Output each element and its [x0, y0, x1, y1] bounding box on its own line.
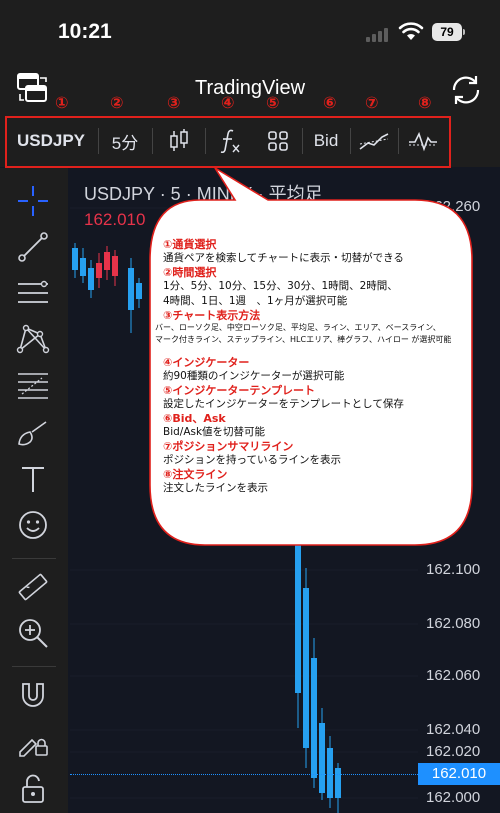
emoji-icon[interactable] [16, 508, 50, 542]
trend-line-tool-icon[interactable] [16, 230, 50, 264]
annotation-number-6: ⑥ [323, 93, 337, 112]
toolbar-divider [12, 666, 56, 667]
callout-line: 設定したインジケーターをテンプレートとして保存 [163, 398, 404, 410]
annotation-number-3: ③ [167, 93, 181, 112]
ruler-icon[interactable] [16, 570, 50, 604]
lock-drawing-icon[interactable] [16, 724, 50, 758]
brush-tool-icon[interactable] [16, 416, 50, 450]
price-level: 162.260 [426, 198, 481, 215]
unlock-icon[interactable] [16, 772, 50, 806]
wifi-icon [398, 22, 424, 40]
battery-tip [463, 29, 465, 35]
callout-heading: ④インジケーター [163, 356, 250, 369]
pattern-tool-icon[interactable] [16, 322, 50, 356]
cellular-signal-icon [366, 28, 390, 42]
callout-line: 4時間、1日、1週 、1ヶ月が選択可能 [163, 295, 348, 307]
callout-line: 注文したラインを表示 [163, 482, 268, 494]
callout-line: Bid/Ask値を切替可能 [163, 426, 266, 438]
annotation-number-4: ④ [221, 93, 235, 112]
callout-heading: ⑤インジケーターテンプレート [163, 384, 315, 397]
callout-small-line: バー、ローソク足、中空ローソク足、平均足、ライン、エリア、ベースライン、 [155, 323, 441, 332]
status-bar: 10:21 79 [0, 0, 500, 60]
callout-heading: ②時間選択 [163, 266, 217, 279]
status-time: 10:21 [58, 20, 112, 43]
callout-line: 1分、5分、10分、15分、30分、1時間、2時間、 [163, 280, 398, 292]
toolbar-divider [12, 558, 56, 559]
callout-heading: ③チャート表示方法 [163, 309, 261, 322]
chart-symbol-title: USDJPY · 5 · MINFX · 平均足 [84, 184, 323, 204]
callout-heading: ⑥Bid、Ask [163, 412, 226, 425]
price-level: 162.000 [426, 789, 481, 806]
callout-line: 通貨ペアを検索してチャートに表示・切替ができる [163, 252, 404, 264]
magnet-icon[interactable] [16, 678, 50, 712]
callout-heading: ⑦ポジションサマリライン [163, 440, 294, 453]
fibonacci-tool-icon[interactable] [16, 368, 50, 402]
price-level: 162.080 [426, 615, 481, 632]
horizontal-lines-icon[interactable] [16, 276, 50, 310]
price-level: 162.040 [426, 721, 481, 738]
price-level: 162.060 [426, 667, 481, 684]
current-price-line [70, 774, 418, 775]
chart-last-price: 162.010 [84, 210, 146, 229]
price-level: 162.100 [426, 561, 481, 578]
callout-text: ①通貨選択 通貨ペアを検索してチャートに表示・切替ができる ②時間選択 1分、5… [155, 238, 473, 496]
annotation-number-2: ② [110, 93, 124, 112]
battery-indicator: 79 [432, 23, 462, 41]
price-level: 162.020 [426, 743, 481, 760]
toolbar-highlight-frame [5, 116, 451, 168]
crosshair-icon[interactable] [16, 184, 50, 218]
callout-small-line: マーク付きライン、ステップライン、HLCエリア、棒グラフ、ハイロー が選択可能 [155, 335, 452, 344]
annotation-number-8: ⑧ [418, 93, 432, 112]
callout-heading: ⑧注文ライン [163, 468, 228, 481]
callout-line: 約90種類のインジケーターが選択可能 [163, 370, 345, 382]
current-price-badge: 162.010 [418, 763, 500, 785]
text-tool-icon[interactable] [16, 462, 50, 496]
drawing-toolbar [0, 168, 68, 813]
callout-line: ポジションを持っているラインを表示 [163, 454, 341, 466]
zoom-in-icon[interactable] [16, 616, 50, 650]
callout-heading: ①通貨選択 [163, 238, 217, 251]
annotation-numbers: ① ② ③ ④ ⑤ ⑥ ⑦ ⑧ [0, 93, 500, 113]
annotation-number-5: ⑤ [266, 93, 280, 112]
annotation-number-1: ① [55, 93, 69, 112]
annotation-number-7: ⑦ [365, 93, 379, 112]
